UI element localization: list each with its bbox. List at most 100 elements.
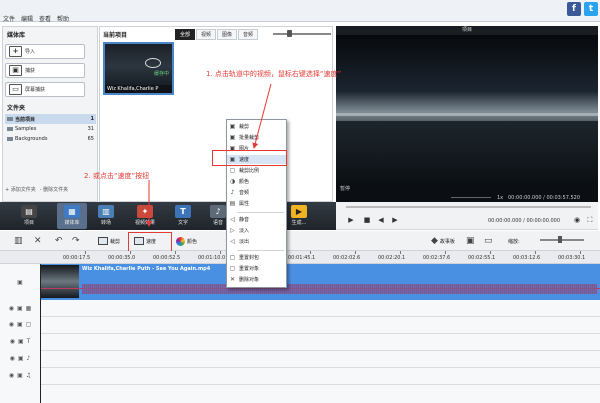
clapper-icon: ▤	[21, 205, 37, 218]
toolbar-project[interactable]: ▤ 项目	[14, 203, 44, 229]
menu-item-label: 删除对象	[239, 277, 260, 283]
ruler-label: 00:01:45.1	[288, 255, 316, 261]
toolbar-media[interactable]: ▦ 媒体库	[57, 203, 87, 229]
playhead[interactable]	[40, 264, 41, 403]
tab-image[interactable]: 图像	[217, 29, 238, 40]
undo-icon[interactable]: ↶	[55, 234, 63, 248]
track-header-video: ▣	[0, 268, 40, 296]
snapshot-icon[interactable]: ◉	[572, 216, 582, 225]
context-menu-item[interactable]: ▢ 裁剪比例	[227, 166, 286, 175]
play-icon[interactable]: ▶	[346, 216, 356, 225]
context-menu-item[interactable]: ◑ 颜色	[227, 177, 286, 186]
title-bar: 文件 编辑 查看 帮助 f t	[0, 0, 600, 23]
playback-speed[interactable]: 1x	[497, 195, 503, 201]
lock-icon: ▣	[17, 355, 24, 362]
snapshot-button[interactable]: ▣	[466, 234, 475, 248]
video-clip-name: Wiz Khalifa,Charlie Puth - See You Again…	[82, 266, 211, 272]
toolbar-produce[interactable]: ▶ 生成...	[284, 203, 314, 229]
delete-icon[interactable]: ✕	[34, 234, 42, 248]
project-title: 当前项目	[103, 32, 128, 39]
toolbar-transition[interactable]: ▥ 转场	[91, 203, 121, 229]
context-menu-item[interactable]: ◁ 静音	[227, 215, 286, 224]
menu-item-label: 重置对象	[239, 266, 260, 272]
ruler-label: 00:03:12.6	[513, 255, 541, 261]
import-button[interactable]: + 导入	[5, 44, 85, 59]
ruler-label: 00:02:55.1	[468, 255, 496, 261]
media-library-title: 媒体库	[7, 32, 26, 39]
menu-item-icon: ▣	[229, 134, 236, 141]
twitter-icon[interactable]: t	[584, 2, 598, 16]
effects-icon: ✦	[137, 205, 153, 218]
context-menu-item[interactable]: ▣ 批量裁剪	[227, 133, 286, 142]
next-frame-icon[interactable]: ▶	[390, 216, 400, 225]
transition-icon: ▥	[98, 205, 114, 218]
menu-item-label: 重置封包	[239, 255, 260, 261]
folders-title: 文件夹	[7, 105, 26, 112]
context-menu-item[interactable]: ▣ 裁剪	[227, 122, 286, 131]
microphone-icon: ♫	[25, 372, 32, 379]
thumbnail-size-slider[interactable]	[273, 30, 331, 37]
menu-item-icon: ◁	[230, 238, 235, 245]
folder-current-project[interactable]: 当前项目 1	[5, 114, 96, 124]
ruler-tick	[220, 251, 221, 254]
ruler-label: 00:02:37.6	[423, 255, 451, 261]
menu-item-icon: ♪	[230, 189, 235, 196]
zoom-slider[interactable]	[540, 236, 584, 243]
eye-icon: ◉	[8, 372, 15, 379]
volume-slider[interactable]	[451, 197, 491, 198]
lock-icon: ▣	[17, 338, 24, 345]
text-icon: T	[175, 205, 191, 218]
video-track-clip[interactable]: Wiz Khalifa,Charlie Puth - See You Again…	[40, 264, 600, 300]
prev-frame-icon[interactable]: ◀	[376, 216, 386, 225]
context-menu-item[interactable]: ◁ 淡出	[227, 237, 286, 246]
menu-edit[interactable]: 编辑	[20, 14, 34, 23]
screen-capture-button[interactable]: ▭ 屏幕捕获	[5, 82, 85, 97]
ruler-tick	[130, 251, 131, 254]
redo-icon[interactable]: ↷	[72, 234, 80, 248]
seek-bar[interactable]	[346, 206, 591, 208]
context-menu-item[interactable]: ✕ 删除对象	[227, 275, 286, 284]
tab-audio[interactable]: 音频	[238, 29, 259, 40]
menu-file[interactable]: 文件	[2, 14, 16, 23]
toolbar-text[interactable]: T 文字	[168, 203, 198, 229]
menu-item-label: 静音	[239, 217, 250, 223]
context-menu-item[interactable]: ▢ 重置对象	[227, 264, 286, 273]
menu-item-icon: ▢	[229, 167, 236, 174]
tab-video[interactable]: 视频	[196, 29, 217, 40]
timeline-tracks: Wiz Khalifa,Charlie Puth - See You Again…	[0, 264, 600, 403]
ruler-tick	[310, 251, 311, 254]
folder-samples[interactable]: Samples 31	[5, 124, 96, 134]
storyboard-button[interactable]: ◆ 故事板	[431, 234, 455, 248]
display-button[interactable]: ▭	[484, 234, 493, 248]
ruler-tick	[490, 251, 491, 254]
color-button[interactable]: 颜色	[176, 234, 197, 248]
context-menu-item[interactable]: ▷ 淡入	[227, 226, 286, 235]
context-menu-item[interactable]: ▢ 重置封包	[227, 253, 286, 262]
menu-help[interactable]: 帮助	[56, 14, 70, 23]
tab-all[interactable]: 全部	[175, 29, 196, 40]
storyboard-icon[interactable]: ▥	[14, 234, 23, 248]
delete-folder-button[interactable]: - 删除文件夹	[40, 186, 68, 193]
toolbar-video-effects[interactable]: ✦ 视频效果	[130, 203, 160, 229]
ruler-tick	[175, 251, 176, 254]
menu-item-label: 裁剪	[239, 124, 250, 130]
project-clip-thumbnail[interactable]: 缓存中 Wiz Khalifa,Charlie P	[103, 42, 174, 95]
context-menu-item[interactable]: ▤ 属性	[227, 199, 286, 208]
crop-button[interactable]: 裁剪	[98, 234, 120, 248]
folder-backgrounds[interactable]: Backgrounds 65	[5, 134, 96, 144]
facebook-icon[interactable]: f	[567, 2, 581, 16]
context-menu: ▣ 裁剪 ▣ 批量裁剪 ▣ 图片 ▣ 速度 ▢ 裁剪比例 ◑ 颜色 ♪ 音频 ▤ 属性 ◁ 静音 ▷ 淡入 ◁ 淡出 ▢ 重置…	[226, 119, 287, 288]
menu-view[interactable]: 查看	[38, 14, 52, 23]
add-folder-button[interactable]: + 添加文件夹	[5, 186, 36, 193]
audio-waveform	[82, 284, 597, 294]
menu-bar: 文件 编辑 查看 帮助	[2, 14, 70, 23]
clip-status: 缓存中	[153, 71, 169, 77]
menu-item-label: 淡入	[239, 228, 250, 234]
lock-icon: ▣	[16, 304, 23, 312]
context-menu-item[interactable]: ♪ 音频	[227, 188, 286, 197]
capture-button[interactable]: ▣ 捕获	[5, 63, 85, 78]
lock-icon: ▣	[16, 321, 23, 328]
stop-icon[interactable]: ■	[362, 216, 372, 225]
eye-icon: ◉	[8, 304, 14, 312]
fullscreen-icon[interactable]: ⛶	[585, 216, 595, 225]
